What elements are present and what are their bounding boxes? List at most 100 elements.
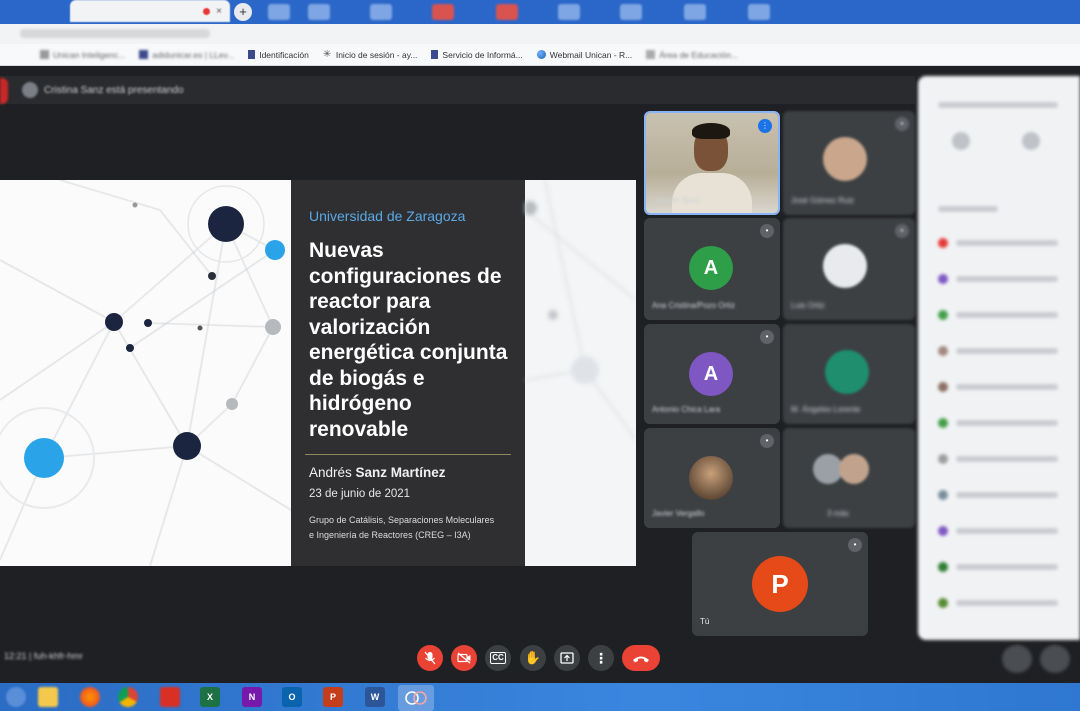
side-panel-action[interactable] <box>1022 132 1062 150</box>
participant-tile-camera[interactable]: ⋮ Andrés Sanz <box>644 111 780 215</box>
avatar <box>938 346 948 356</box>
bookmark-label: Inicio de sesión - ay... <box>335 49 418 60</box>
bookmark-label: Identificación <box>259 49 309 60</box>
participant-tile[interactable]: A • Ana Cristina/Pozo Ortiz <box>644 218 780 320</box>
mic-off-icon: • <box>760 330 774 344</box>
mic-off-icon <box>424 651 436 665</box>
avatar <box>825 350 869 394</box>
author-name: Andrés Sanz Martínez <box>309 465 509 480</box>
bookmarks-bar: Unican Inteligenc... adidunicar.es | LLe… <box>0 44 1080 66</box>
close-tab-icon[interactable]: × <box>216 6 222 17</box>
presentation-date: 23 de junio de 2021 <box>309 488 411 500</box>
name-bar <box>956 564 1058 570</box>
tab-favicon[interactable] <box>558 4 580 20</box>
bookmark-webmail[interactable]: Webmail Unican - R... <box>536 50 632 60</box>
more-options-button[interactable]: ⋮ <box>588 645 614 671</box>
university-icon <box>431 50 439 59</box>
new-tab-button[interactable]: + <box>234 3 252 21</box>
word-icon[interactable]: W <box>365 687 385 707</box>
participant-name: Tú <box>700 617 710 626</box>
participant-name: Antonio Chica Lara <box>652 405 721 414</box>
participant-tile[interactable]: M. Ángeles Lorente <box>783 324 915 424</box>
participant-tile[interactable]: • Luis Ortiz <box>783 218 915 320</box>
side-panel-participant[interactable] <box>938 238 1058 248</box>
powerpoint-icon[interactable]: P <box>323 687 343 707</box>
avatar: A <box>689 246 733 290</box>
captions-button[interactable]: CC <box>485 645 511 671</box>
bookmark-item[interactable]: adidunicar.es | LLev... <box>139 50 234 60</box>
address-bar[interactable] <box>0 24 1080 44</box>
tab-favicon[interactable] <box>370 4 392 20</box>
tab-favicon[interactable] <box>268 4 290 20</box>
file-explorer-icon[interactable] <box>38 687 58 707</box>
mic-toggle-button[interactable] <box>417 645 443 671</box>
tab-favicon[interactable] <box>496 4 518 20</box>
bookmark-item[interactable]: Área de Educación... <box>646 50 738 60</box>
search-icon[interactable] <box>6 687 26 707</box>
tab-favicon[interactable] <box>748 4 770 20</box>
meeting-details-button[interactable] <box>1002 645 1032 673</box>
avatar <box>938 562 948 572</box>
excel-icon[interactable]: X <box>200 687 220 707</box>
acrobat-icon[interactable] <box>160 687 180 707</box>
participant-tile[interactable]: A • Antonio Chica Lara <box>644 324 780 424</box>
bookmark-servicio-informatica[interactable]: Servicio de Informá... <box>431 50 523 60</box>
participant-tile[interactable]: • José Gómez Ruiz <box>783 111 915 215</box>
action-icon <box>1022 132 1040 150</box>
tab-favicon[interactable] <box>432 4 454 20</box>
side-panel-participant[interactable] <box>938 454 1058 464</box>
divider <box>305 454 511 455</box>
side-panel-participant[interactable] <box>938 526 1058 536</box>
side-panel-action[interactable] <box>952 132 992 150</box>
side-panel-participant[interactable] <box>938 418 1058 428</box>
mic-off-icon: • <box>760 224 774 238</box>
participant-name: José Gómez Ruiz <box>791 196 855 205</box>
hang-up-button[interactable] <box>622 645 660 671</box>
url-text <box>20 29 210 38</box>
tab-favicon[interactable] <box>620 4 642 20</box>
avatar <box>938 382 948 392</box>
chrome-icon[interactable] <box>118 687 138 707</box>
more-options-icon[interactable]: • <box>848 538 862 552</box>
present-button[interactable] <box>554 645 580 671</box>
bookmark-item[interactable]: Unican Inteligenc... <box>40 50 125 60</box>
tab-favicon[interactable] <box>684 4 706 20</box>
people-button[interactable] <box>1040 645 1070 673</box>
raise-hand-button[interactable]: ✋ <box>520 645 546 671</box>
name-bar <box>956 492 1058 498</box>
asterisk-icon: ✳ <box>322 49 332 60</box>
bookmark-identificacion[interactable]: Identificación <box>248 50 309 60</box>
side-panel-participant[interactable] <box>938 562 1058 572</box>
side-panel-participant[interactable] <box>938 382 1058 392</box>
side-panel-participant[interactable] <box>938 490 1058 500</box>
name-bar <box>956 384 1058 390</box>
snipping-tool-icon[interactable] <box>398 685 434 711</box>
outlook-icon[interactable]: O <box>282 687 302 707</box>
camera-toggle-button[interactable] <box>451 645 477 671</box>
participant-name: M. Ángeles Lorente <box>791 405 861 414</box>
participant-name: Andrés Sanz <box>654 196 700 205</box>
university-icon <box>248 50 256 59</box>
university-name: Universidad de Zaragoza <box>309 208 466 224</box>
participant-tile-group[interactable]: 3 más <box>783 428 915 528</box>
participant-name: Ana Cristina/Pozo Ortiz <box>652 301 736 310</box>
avatar <box>938 598 948 608</box>
onenote-icon[interactable]: N <box>242 687 262 707</box>
participant-name: Luis Ortiz <box>791 301 825 310</box>
avatar <box>22 82 38 98</box>
firefox-icon[interactable] <box>80 687 100 707</box>
shared-presentation-slide: Universidad de Zaragoza Nuevas configura… <box>0 180 636 566</box>
name-bar <box>956 600 1058 606</box>
active-browser-tab[interactable]: × <box>70 0 230 22</box>
author-last-name: Sanz Martínez <box>355 465 446 480</box>
side-panel-participant[interactable] <box>938 346 1058 356</box>
avatar <box>938 454 948 464</box>
bookmark-inicio-sesion[interactable]: ✳ Inicio de sesión - ay... <box>323 50 418 60</box>
side-panel-participant[interactable] <box>938 310 1058 320</box>
research-group-line: Grupo de Catálisis, Separaciones Molecul… <box>309 515 495 525</box>
participant-tile[interactable]: • Javier Vergallo <box>644 428 780 528</box>
side-panel-participant[interactable] <box>938 598 1058 608</box>
side-panel-participant[interactable] <box>938 274 1058 284</box>
self-tile[interactable]: P • Tú <box>692 532 868 636</box>
tab-favicon[interactable] <box>308 4 330 20</box>
